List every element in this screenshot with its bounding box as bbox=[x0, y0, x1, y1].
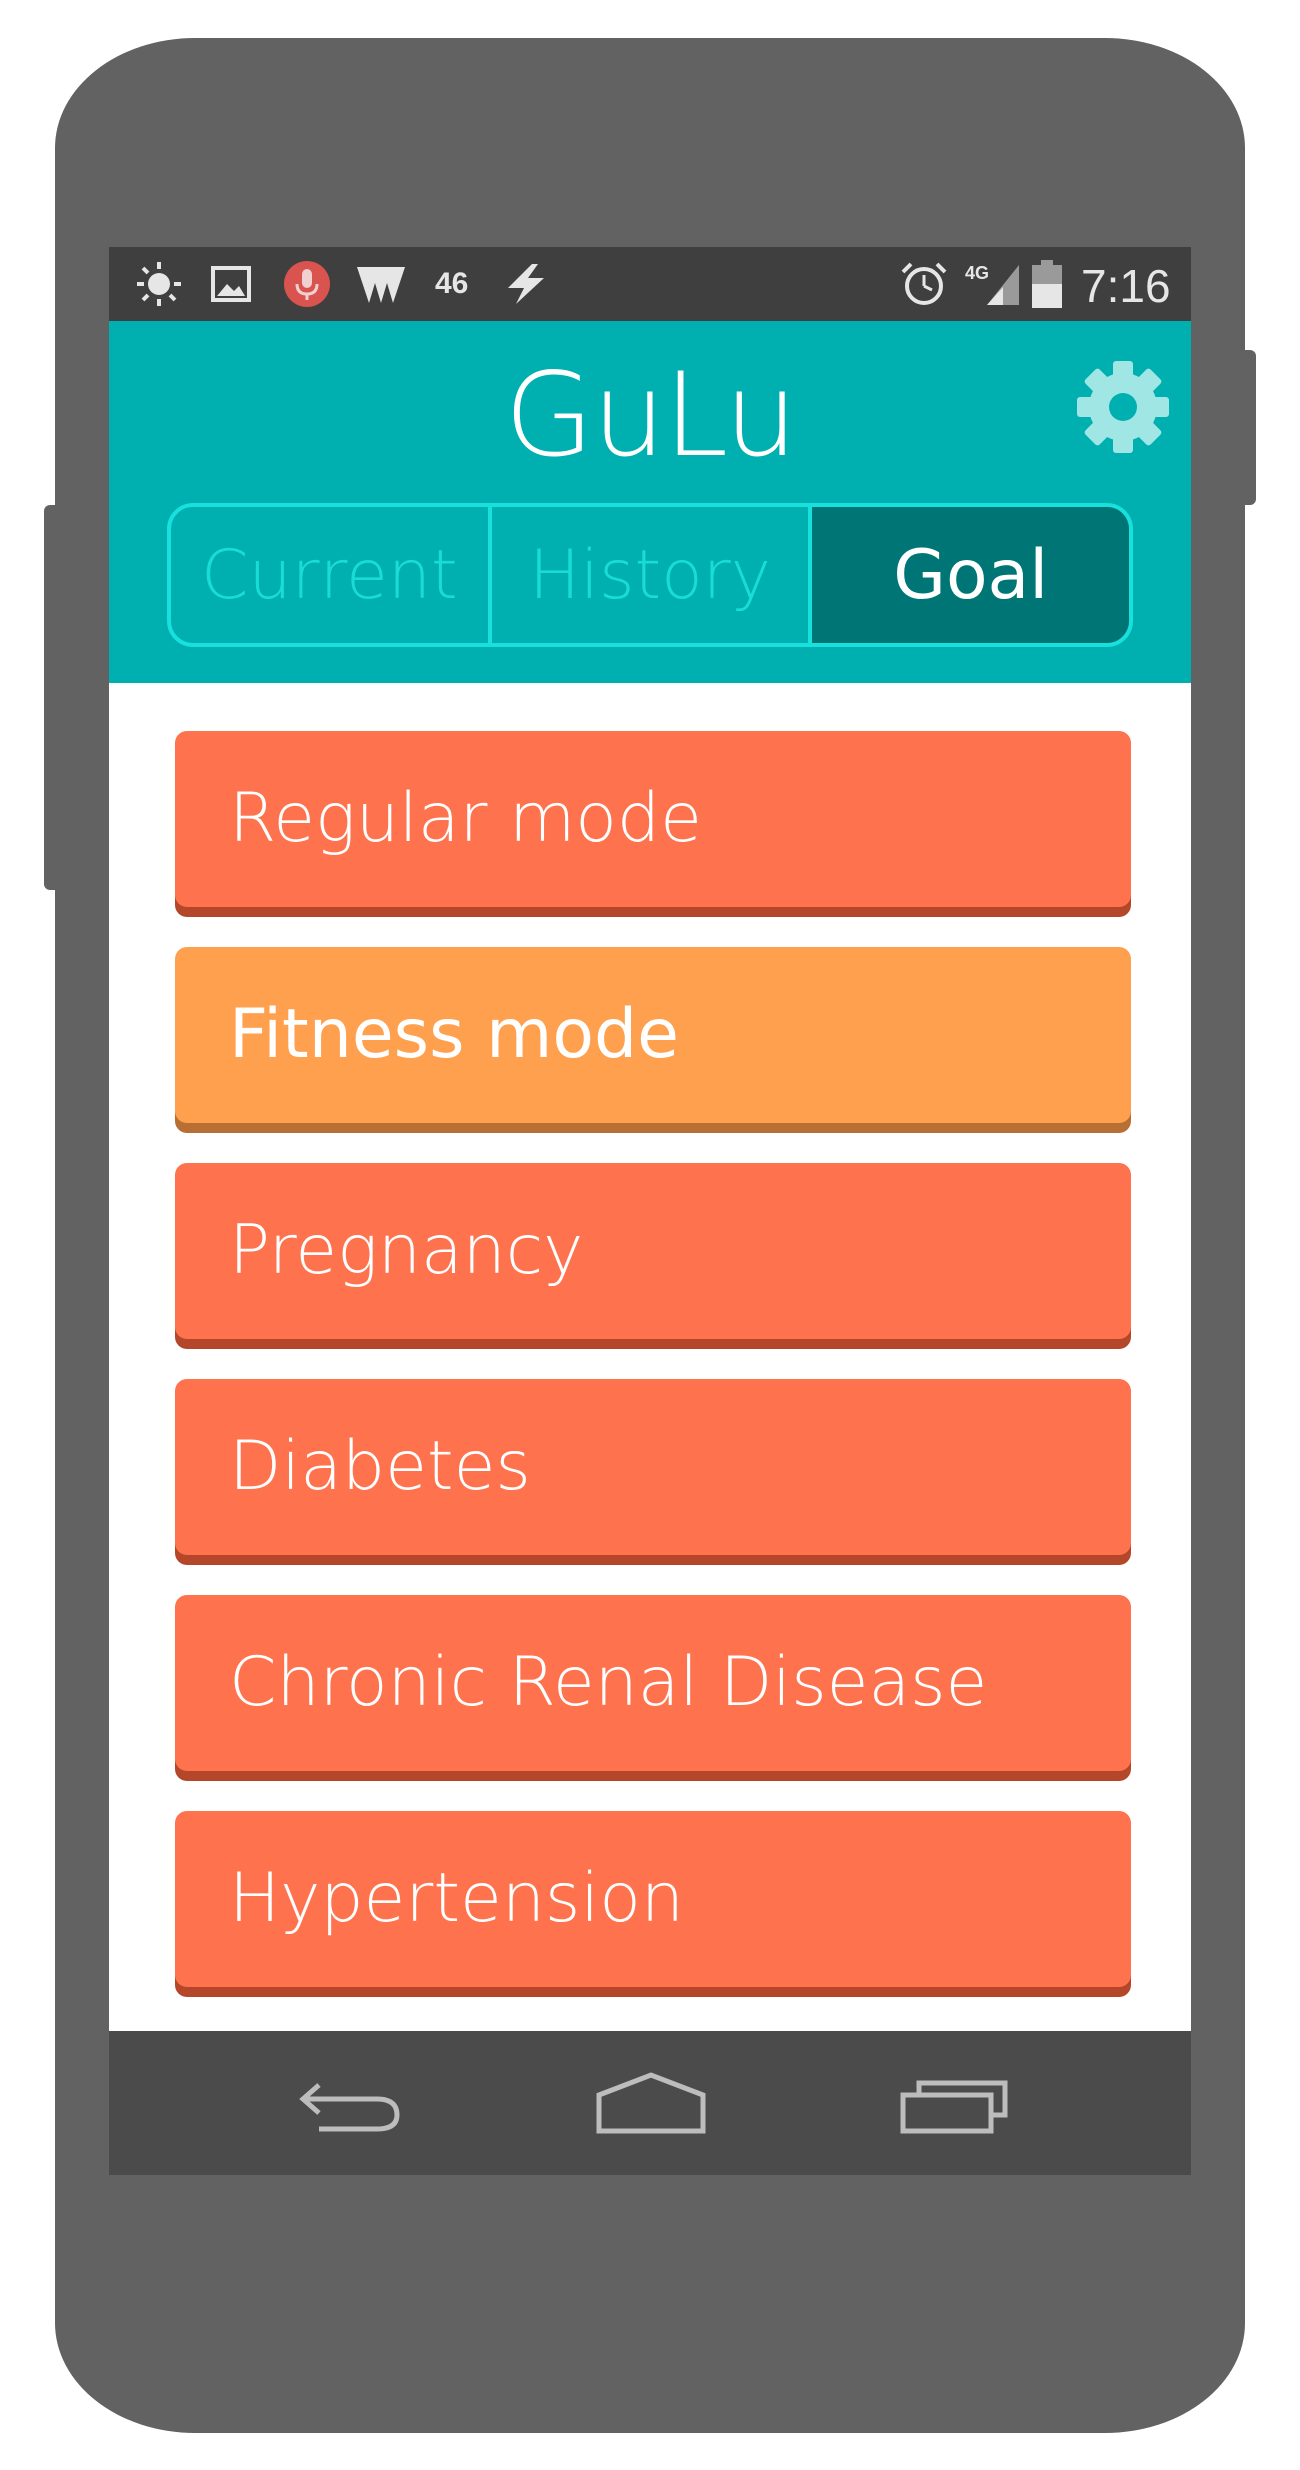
goal-label: Fitness mode bbox=[229, 995, 679, 1074]
gear-icon[interactable] bbox=[1075, 359, 1171, 455]
phone-screen: 46 4G 7:16 GuLu Current History Goal Reg… bbox=[109, 247, 1191, 2175]
goal-label: Hypertension bbox=[229, 1859, 684, 1938]
goal-fitness-mode-button[interactable]: Fitness mode bbox=[175, 947, 1131, 1123]
back-icon[interactable] bbox=[291, 2061, 411, 2145]
status-time: 7:16 bbox=[1081, 260, 1171, 312]
mic-icon bbox=[281, 261, 333, 307]
goal-pregnancy-button[interactable]: Pregnancy bbox=[175, 1163, 1131, 1339]
tab-goal[interactable]: Goal bbox=[808, 507, 1129, 643]
recents-icon[interactable] bbox=[895, 2061, 1015, 2145]
goal-diabetes-button[interactable]: Diabetes bbox=[175, 1379, 1131, 1555]
tab-history[interactable]: History bbox=[487, 507, 809, 643]
goal-hypertension-button[interactable]: Hypertension bbox=[175, 1811, 1131, 1987]
battery-icon bbox=[1029, 260, 1065, 308]
alarm-icon bbox=[897, 261, 951, 307]
image-icon bbox=[209, 261, 253, 307]
tab-current[interactable]: Current bbox=[171, 507, 488, 643]
network-46-label: 46 bbox=[435, 267, 469, 300]
home-icon[interactable] bbox=[591, 2061, 711, 2145]
goal-label: Chronic Renal Disease bbox=[229, 1643, 988, 1722]
status-bar: 46 4G 7:16 bbox=[109, 247, 1191, 321]
navigation-bar bbox=[109, 2031, 1191, 2175]
4g-signal-icon: 4G bbox=[965, 261, 1021, 307]
tab-bar: Current History Goal bbox=[167, 503, 1133, 647]
app-header: GuLu Current History Goal bbox=[109, 321, 1191, 683]
charging-bolt-icon bbox=[501, 261, 551, 307]
goal-label: Pregnancy bbox=[229, 1211, 584, 1290]
goal-label: Regular mode bbox=[229, 779, 702, 858]
signal-wave-icon bbox=[355, 261, 407, 307]
weather-icon bbox=[131, 261, 187, 307]
goal-label: Diabetes bbox=[229, 1427, 531, 1506]
app-title: GuLu bbox=[504, 348, 798, 483]
lte-label: 4G bbox=[965, 263, 989, 283]
page: 46 4G 7:16 GuLu Current History Goal Reg… bbox=[0, 0, 1300, 2470]
goal-chronic-renal-disease-button[interactable]: Chronic Renal Disease bbox=[175, 1595, 1131, 1771]
goal-regular-mode-button[interactable]: Regular mode bbox=[175, 731, 1131, 907]
